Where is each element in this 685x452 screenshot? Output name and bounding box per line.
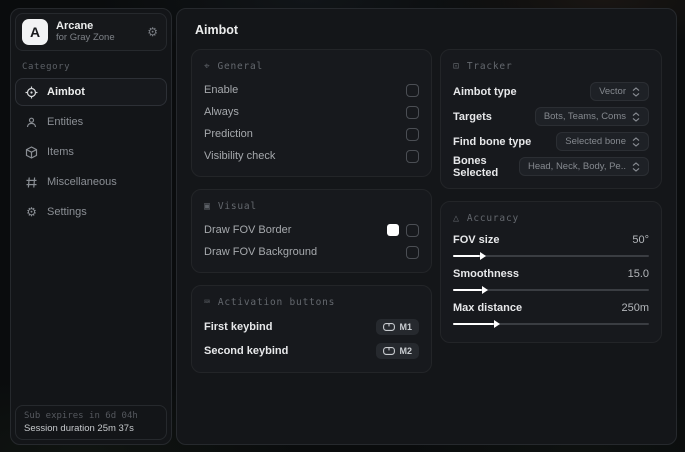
app-title: Arcane — [56, 20, 94, 33]
tracker-card-title: Tracker — [466, 61, 513, 72]
smoothness-slider[interactable] — [453, 286, 649, 294]
visibility-check-checkbox[interactable] — [406, 149, 419, 163]
enable-checkbox[interactable] — [406, 83, 419, 97]
fov-border-color-swatch[interactable] — [387, 224, 399, 236]
visual-icon: ▣ — [204, 201, 211, 212]
slider-thumb[interactable] — [494, 320, 501, 328]
gear-icon[interactable]: ⚙ — [145, 23, 160, 41]
main-panel: Aimbot ⌖ General Enable Always Predictio… — [176, 8, 677, 445]
aimbot-type-dropdown[interactable]: Vector — [590, 82, 649, 101]
draw-fov-border-checkbox[interactable] — [406, 223, 419, 237]
smoothness-value: 15.0 — [627, 268, 649, 280]
visual-card: ▣ Visual Draw FOV Border Draw FOV Backgr… — [191, 189, 432, 273]
grid-hash-icon — [25, 176, 38, 189]
box-icon — [25, 145, 38, 159]
general-card-header: ⌖ General — [204, 61, 419, 72]
sidebar: A Arcane for Gray Zone ⚙ Category Aimbot… — [10, 8, 172, 445]
find-bone-type-dropdown[interactable]: Selected bone — [556, 132, 649, 151]
setting-row-find-bone-type: Find bone type Selected bone — [453, 129, 649, 154]
chevron-up-down-icon — [632, 86, 640, 97]
max-distance-slider[interactable] — [453, 320, 649, 328]
subscription-info-card: Sub expires in 6d 04h Session duration 2… — [15, 405, 167, 440]
setting-row-prediction: Prediction — [204, 123, 419, 145]
keyboard-icon: ⌨ — [204, 297, 211, 308]
fov-size-slider[interactable] — [453, 252, 649, 260]
setting-row-fov-size: FOV size 50° — [453, 231, 649, 260]
prediction-checkbox[interactable] — [406, 127, 419, 141]
chevron-up-down-icon — [632, 136, 640, 147]
accuracy-icon: △ — [453, 213, 460, 224]
app-header-card: A Arcane for Gray Zone ⚙ — [15, 13, 167, 51]
sidebar-nav: Aimbot Entities Items Miscellaneous ⚙ Se… — [15, 78, 167, 226]
draw-fov-background-checkbox[interactable] — [406, 245, 419, 259]
second-keybind-button[interactable]: M2 — [376, 343, 419, 359]
activation-card-title: Activation buttons — [217, 297, 336, 308]
sidebar-item-items[interactable]: Items — [15, 138, 167, 166]
always-checkbox[interactable] — [406, 105, 419, 119]
setting-row-aimbot-type: Aimbot type Vector — [453, 79, 649, 104]
slider-thumb[interactable] — [482, 286, 489, 294]
app-logo: A — [22, 19, 48, 45]
sidebar-item-label: Aimbot — [47, 86, 85, 98]
setting-row-draw-fov-border: Draw FOV Border — [204, 219, 419, 241]
session-duration-text: Session duration 25m 37s — [24, 423, 134, 434]
chevron-up-down-icon — [632, 161, 640, 172]
app-header-text: Arcane for Gray Zone — [56, 20, 137, 44]
sub-expires-text: Sub expires in 6d 04h — [24, 411, 138, 421]
setting-row-first-keybind: First keybind M1 — [204, 315, 419, 339]
activation-card-header: ⌨ Activation buttons — [204, 297, 419, 308]
crosshair-icon — [25, 86, 38, 99]
first-keybind-button[interactable]: M1 — [376, 319, 419, 335]
setting-row-always: Always — [204, 101, 419, 123]
max-distance-value: 250m — [621, 302, 649, 314]
settings-gear-icon: ⚙ — [26, 204, 37, 219]
accuracy-card: △ Accuracy FOV size 50° Smoothness 15.0 … — [440, 201, 662, 343]
chevron-up-down-icon — [632, 111, 640, 122]
general-card-title: General — [217, 61, 264, 72]
accuracy-card-title: Accuracy — [466, 213, 519, 224]
page-title: Aimbot — [195, 23, 239, 37]
visual-card-title: Visual — [217, 201, 257, 212]
entities-icon — [25, 116, 38, 129]
sidebar-item-label: Settings — [47, 206, 87, 218]
setting-row-targets: Targets Bots, Teams, Coms — [453, 104, 649, 129]
setting-row-second-keybind: Second keybind M2 — [204, 339, 419, 363]
sidebar-item-label: Entities — [47, 116, 84, 128]
setting-row-enable: Enable — [204, 79, 419, 101]
general-icon: ⌖ — [204, 61, 211, 72]
sidebar-item-label: Miscellaneous — [47, 176, 117, 188]
setting-row-visibility-check: Visibility check — [204, 145, 419, 167]
setting-row-smoothness: Smoothness 15.0 — [453, 265, 649, 294]
second-keybind-value: M2 — [399, 346, 412, 356]
sidebar-item-aimbot[interactable]: Aimbot — [15, 78, 167, 106]
general-card: ⌖ General Enable Always Prediction Visib… — [191, 49, 432, 177]
tracker-icon: ⊡ — [453, 61, 460, 72]
slider-thumb[interactable] — [480, 252, 487, 260]
activation-buttons-card: ⌨ Activation buttons First keybind M1 Se… — [191, 285, 432, 373]
sidebar-item-miscellaneous[interactable]: Miscellaneous — [15, 168, 167, 196]
tracker-card: ⊡ Tracker Aimbot type Vector Targets Bot… — [440, 49, 662, 189]
setting-row-draw-fov-background: Draw FOV Background — [204, 241, 419, 263]
sidebar-item-label: Items — [47, 146, 74, 158]
fov-size-value: 50° — [632, 234, 649, 246]
visual-card-header: ▣ Visual — [204, 201, 419, 212]
setting-row-bones-selected: Bones Selected Head, Neck, Body, Pe.. — [453, 154, 649, 179]
sidebar-item-settings[interactable]: ⚙ Settings — [15, 198, 167, 226]
setting-row-max-distance: Max distance 250m — [453, 299, 649, 328]
mouse-icon — [383, 347, 396, 355]
tracker-card-header: ⊡ Tracker — [453, 61, 649, 72]
targets-dropdown[interactable]: Bots, Teams, Coms — [534, 107, 649, 126]
first-keybind-value: M1 — [399, 322, 412, 332]
category-label: Category — [22, 62, 71, 72]
app-subtitle: for Gray Zone — [56, 31, 115, 43]
sidebar-item-entities[interactable]: Entities — [15, 108, 167, 136]
accuracy-card-header: △ Accuracy — [453, 213, 649, 224]
bones-selected-dropdown[interactable]: Head, Neck, Body, Pe.. — [518, 157, 649, 176]
mouse-icon — [383, 323, 396, 331]
